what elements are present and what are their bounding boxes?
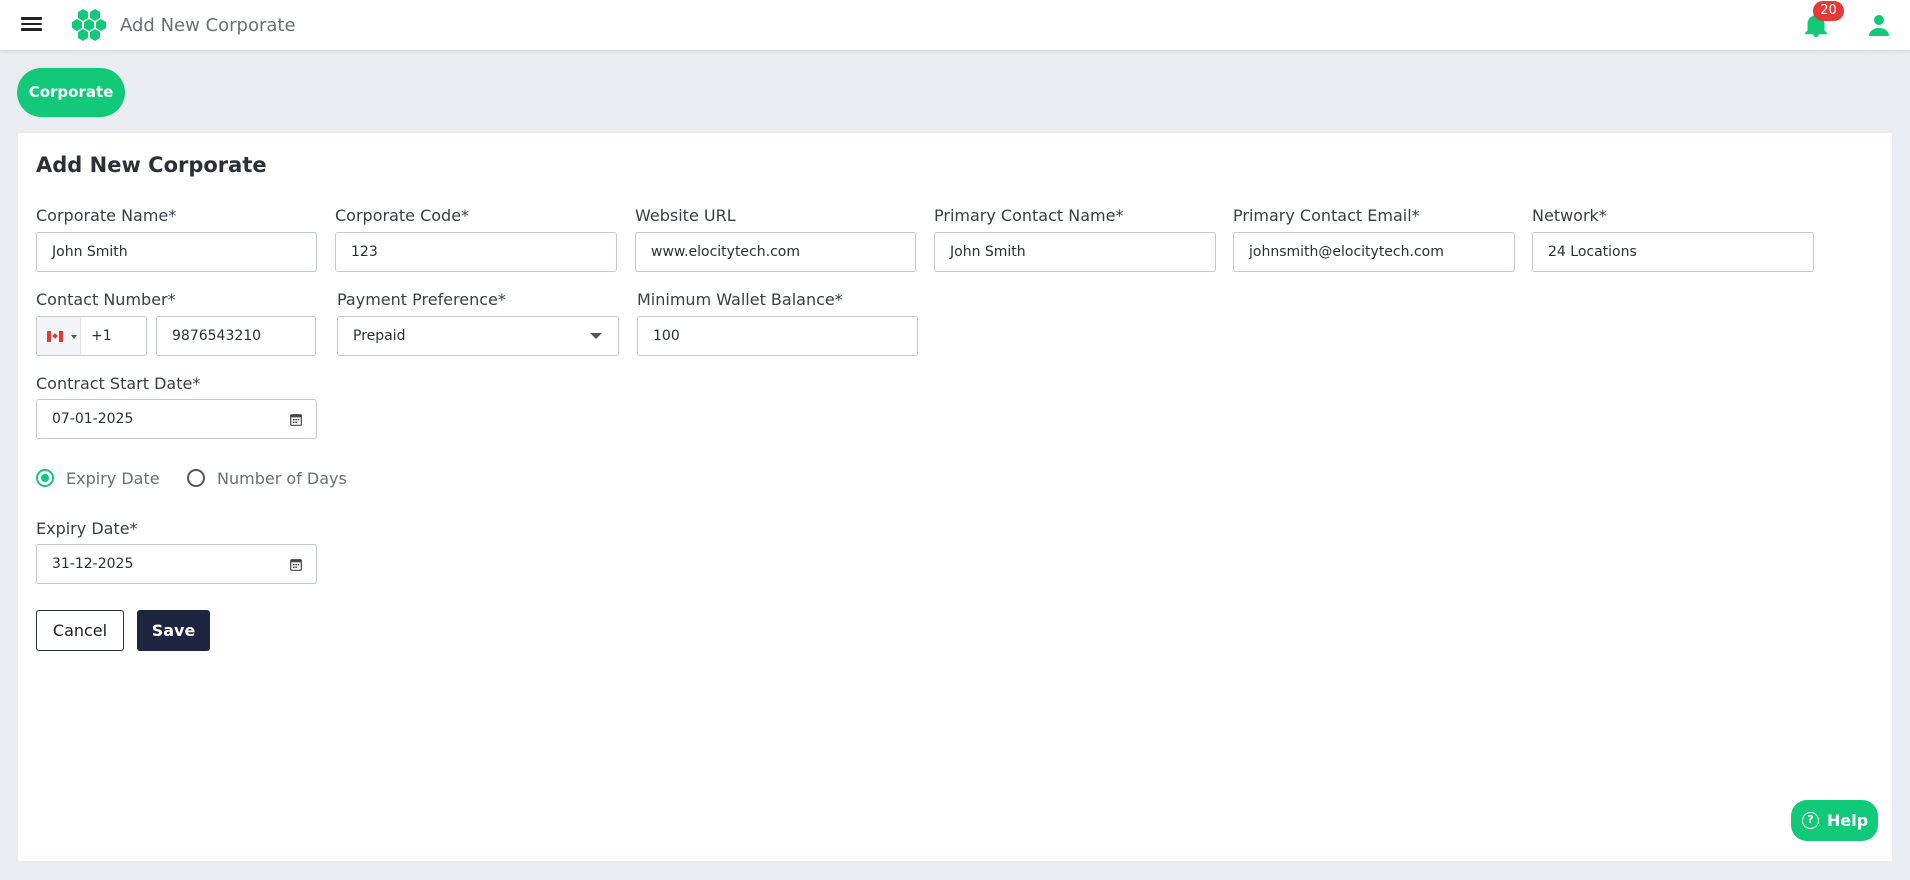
primary-contact-email-field: Primary Contact Email*	[1233, 206, 1420, 228]
website-url-field: Website URL	[635, 206, 736, 228]
primary-contact-name-field: Primary Contact Name*	[934, 206, 1123, 228]
payment-preference-label: Payment Preference*	[337, 290, 506, 309]
network-input[interactable]: 24 Locations	[1532, 232, 1814, 272]
minimum-wallet-balance-input[interactable]: 100	[637, 316, 918, 356]
contract-start-date-value: 07-01-2025	[52, 411, 134, 427]
network-field: Network*	[1532, 206, 1607, 228]
top-bar: Add New Corporate 20	[0, 0, 1910, 50]
primary-contact-name-label: Primary Contact Name*	[934, 206, 1124, 225]
canada-flag-icon	[47, 331, 63, 342]
expiry-date-radio-label: Expiry Date	[66, 469, 160, 488]
number-of-days-radio-label: Number of Days	[217, 469, 347, 488]
form-heading: Add New Corporate	[36, 153, 267, 177]
payment-preference-value: Prepaid	[353, 328, 406, 344]
radio-checked-icon	[36, 469, 54, 487]
tab-corporate[interactable]: Corporate	[17, 68, 125, 117]
hamburger-menu-icon[interactable]	[20, 14, 44, 34]
calendar-icon[interactable]	[290, 413, 302, 426]
expiry-date-field: Expiry Date*	[36, 519, 138, 541]
question-circle-icon: ?	[1802, 812, 1819, 829]
caret-down-icon	[71, 335, 77, 339]
page-title: Add New Corporate	[120, 15, 296, 36]
payment-preference-field: Payment Preference*	[337, 290, 506, 312]
contact-number-field: Contact Number*	[36, 290, 176, 312]
chevron-down-icon	[590, 333, 602, 339]
calendar-icon[interactable]	[290, 558, 302, 571]
contact-number-input[interactable]: 9876543210	[156, 316, 316, 356]
minimum-wallet-balance-field: Minimum Wallet Balance*	[637, 290, 843, 312]
user-profile-icon[interactable]	[1867, 13, 1891, 37]
corporate-name-label: Corporate Name*	[36, 206, 177, 225]
expiry-date-label: Expiry Date*	[36, 519, 138, 538]
primary-contact-name-input[interactable]: John Smith	[934, 232, 1216, 272]
corporate-name-input[interactable]: John Smith	[36, 232, 317, 272]
website-url-input[interactable]: www.elocitytech.com	[635, 232, 916, 272]
country-code-selector[interactable]	[36, 316, 81, 356]
logo-icon	[72, 9, 106, 41]
corporate-name-field: Corporate Name*	[36, 206, 176, 228]
notification-count-badge: 20	[1813, 1, 1844, 21]
primary-contact-email-input[interactable]: johnsmith@elocitytech.com	[1233, 232, 1515, 272]
help-label: Help	[1827, 811, 1869, 830]
add-corporate-form-card: Add New Corporate Corporate Name* John S…	[18, 133, 1892, 861]
save-button[interactable]: Save	[137, 610, 210, 651]
expiry-date-input[interactable]: 31-12-2025	[36, 544, 317, 584]
corporate-code-field: Corporate Code*	[335, 206, 469, 228]
minimum-wallet-balance-label: Minimum Wallet Balance*	[637, 290, 843, 309]
payment-preference-select[interactable]: Prepaid	[337, 316, 619, 356]
cancel-button[interactable]: Cancel	[36, 610, 124, 651]
primary-contact-email-label: Primary Contact Email*	[1233, 206, 1420, 225]
corporate-code-input[interactable]: 123	[335, 232, 617, 272]
corporate-code-label: Corporate Code*	[335, 206, 470, 225]
radio-unchecked-icon	[187, 469, 205, 487]
contract-start-date-label: Contract Start Date*	[36, 374, 201, 393]
contract-start-date-input[interactable]: 07-01-2025	[36, 399, 317, 439]
dial-code[interactable]: +1	[80, 316, 147, 356]
expiry-date-value: 31-12-2025	[52, 556, 134, 572]
network-label: Network*	[1532, 206, 1607, 225]
help-button[interactable]: ? Help	[1791, 800, 1878, 841]
contact-number-label: Contact Number*	[36, 290, 176, 309]
expiry-date-radio[interactable]: Expiry Date	[36, 466, 160, 490]
contract-start-date-field: Contract Start Date*	[36, 374, 200, 396]
website-url-label: Website URL	[635, 206, 736, 225]
number-of-days-radio[interactable]: Number of Days	[187, 466, 347, 490]
